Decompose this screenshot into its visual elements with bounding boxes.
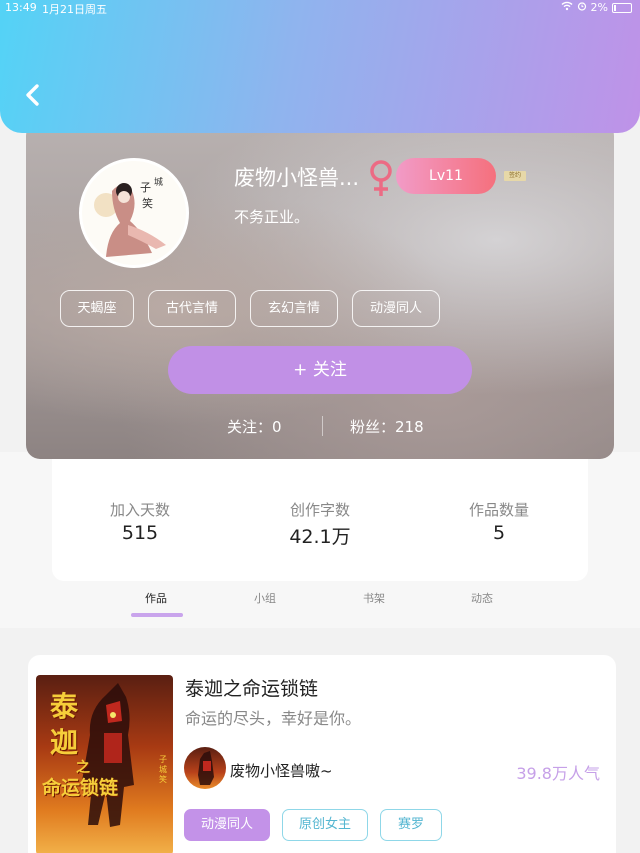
profile-tag[interactable]: 天蝎座 <box>60 290 134 327</box>
level-badge: Lv11 <box>396 158 496 194</box>
stat-label: 加入天数 <box>109 501 170 519</box>
tab-works[interactable]: 作品 <box>126 590 186 606</box>
work-description: 命运的尽头，幸好是你。 <box>185 709 362 728</box>
svg-text:城: 城 <box>154 177 163 188</box>
tab-activity[interactable]: 动态 <box>452 590 512 606</box>
author-name[interactable]: 废物小怪兽嗷~ <box>230 760 333 781</box>
battery-percent: 2% <box>590 1 608 14</box>
stat-word-count: 创作字数 42.1万 <box>260 499 380 549</box>
status-right: 2% <box>561 1 632 14</box>
fans-count[interactable]: 粉丝：218 <box>350 416 424 437</box>
svg-text:子: 子 <box>140 181 151 194</box>
chevron-left-icon <box>26 84 39 106</box>
cover-title-line: 命运锁链 <box>42 777 119 799</box>
avatar[interactable]: 子 城 笑 <box>79 158 189 268</box>
stat-label: 作品数量 <box>468 501 529 519</box>
top-header: 13:49 1月21日周五 2% <box>0 0 640 133</box>
work-tag[interactable]: 原创女主 <box>282 809 368 841</box>
svg-text:笑: 笑 <box>142 196 153 210</box>
follow-button[interactable]: + 关注 <box>168 346 472 394</box>
cover-author: 子城笑 <box>159 755 167 784</box>
following-count[interactable]: 关注：0 <box>227 416 282 437</box>
divider <box>322 416 323 436</box>
stat-value: 515 <box>121 522 159 544</box>
stat-value: 42.1万 <box>289 526 351 548</box>
tab-bookshelf[interactable]: 书架 <box>344 590 404 606</box>
alarm-icon <box>577 1 587 14</box>
work-title[interactable]: 泰迦之命运锁链 <box>185 674 318 701</box>
stat-works-count: 作品数量 5 <box>439 499 559 544</box>
profile-tag[interactable]: 动漫同人 <box>352 290 440 327</box>
cover-title-char: 迦 <box>50 726 79 759</box>
work-tags: 动漫同人 原创女主 赛罗 <box>184 809 442 841</box>
battery-icon <box>612 2 632 13</box>
profile-tag[interactable]: 古代言情 <box>148 290 236 327</box>
stats-card: 加入天数 515 创作字数 42.1万 作品数量 5 <box>52 452 588 581</box>
status-bar: 13:49 1月21日周五 2% <box>0 0 640 18</box>
stat-join-days: 加入天数 515 <box>80 499 200 544</box>
female-icon <box>364 158 398 198</box>
tab-groups[interactable]: 小组 <box>235 590 295 606</box>
nickname: 废物小怪兽... <box>234 166 360 190</box>
work-tag[interactable]: 动漫同人 <box>184 809 270 841</box>
bio: 不务正业。 <box>234 208 310 226</box>
tab-bar: 作品 小组 书架 动态 <box>0 588 640 628</box>
work-tag[interactable]: 赛罗 <box>380 809 442 841</box>
wifi-icon <box>561 1 573 14</box>
profile-tag[interactable]: 玄幻言情 <box>250 290 338 327</box>
status-time: 13:49 <box>5 1 37 14</box>
profile-card: 子 城 笑 废物小怪兽... Lv11 签约 不务正业。 天蝎座 古代言情 玄幻… <box>26 122 614 459</box>
status-date: 1月21日周五 <box>42 3 107 16</box>
active-tab-indicator <box>131 613 183 617</box>
work-card[interactable]: 泰 迦 之 命运锁链 子城笑 泰迦之命运锁链 命运的尽头，幸好是你。 废物小怪兽… <box>28 655 616 853</box>
cover-title-char: 泰 <box>50 690 79 723</box>
author-avatar[interactable] <box>184 747 226 789</box>
signed-badge: 签约 <box>504 171 526 181</box>
back-button[interactable] <box>20 80 48 110</box>
popularity: 39.8万人气 <box>516 764 600 783</box>
profile-tags: 天蝎座 古代言情 玄幻言情 动漫同人 <box>60 290 440 327</box>
stat-label: 创作字数 <box>289 501 350 519</box>
stat-value: 5 <box>492 522 506 544</box>
book-cover[interactable]: 泰 迦 之 命运锁链 子城笑 <box>36 675 173 853</box>
